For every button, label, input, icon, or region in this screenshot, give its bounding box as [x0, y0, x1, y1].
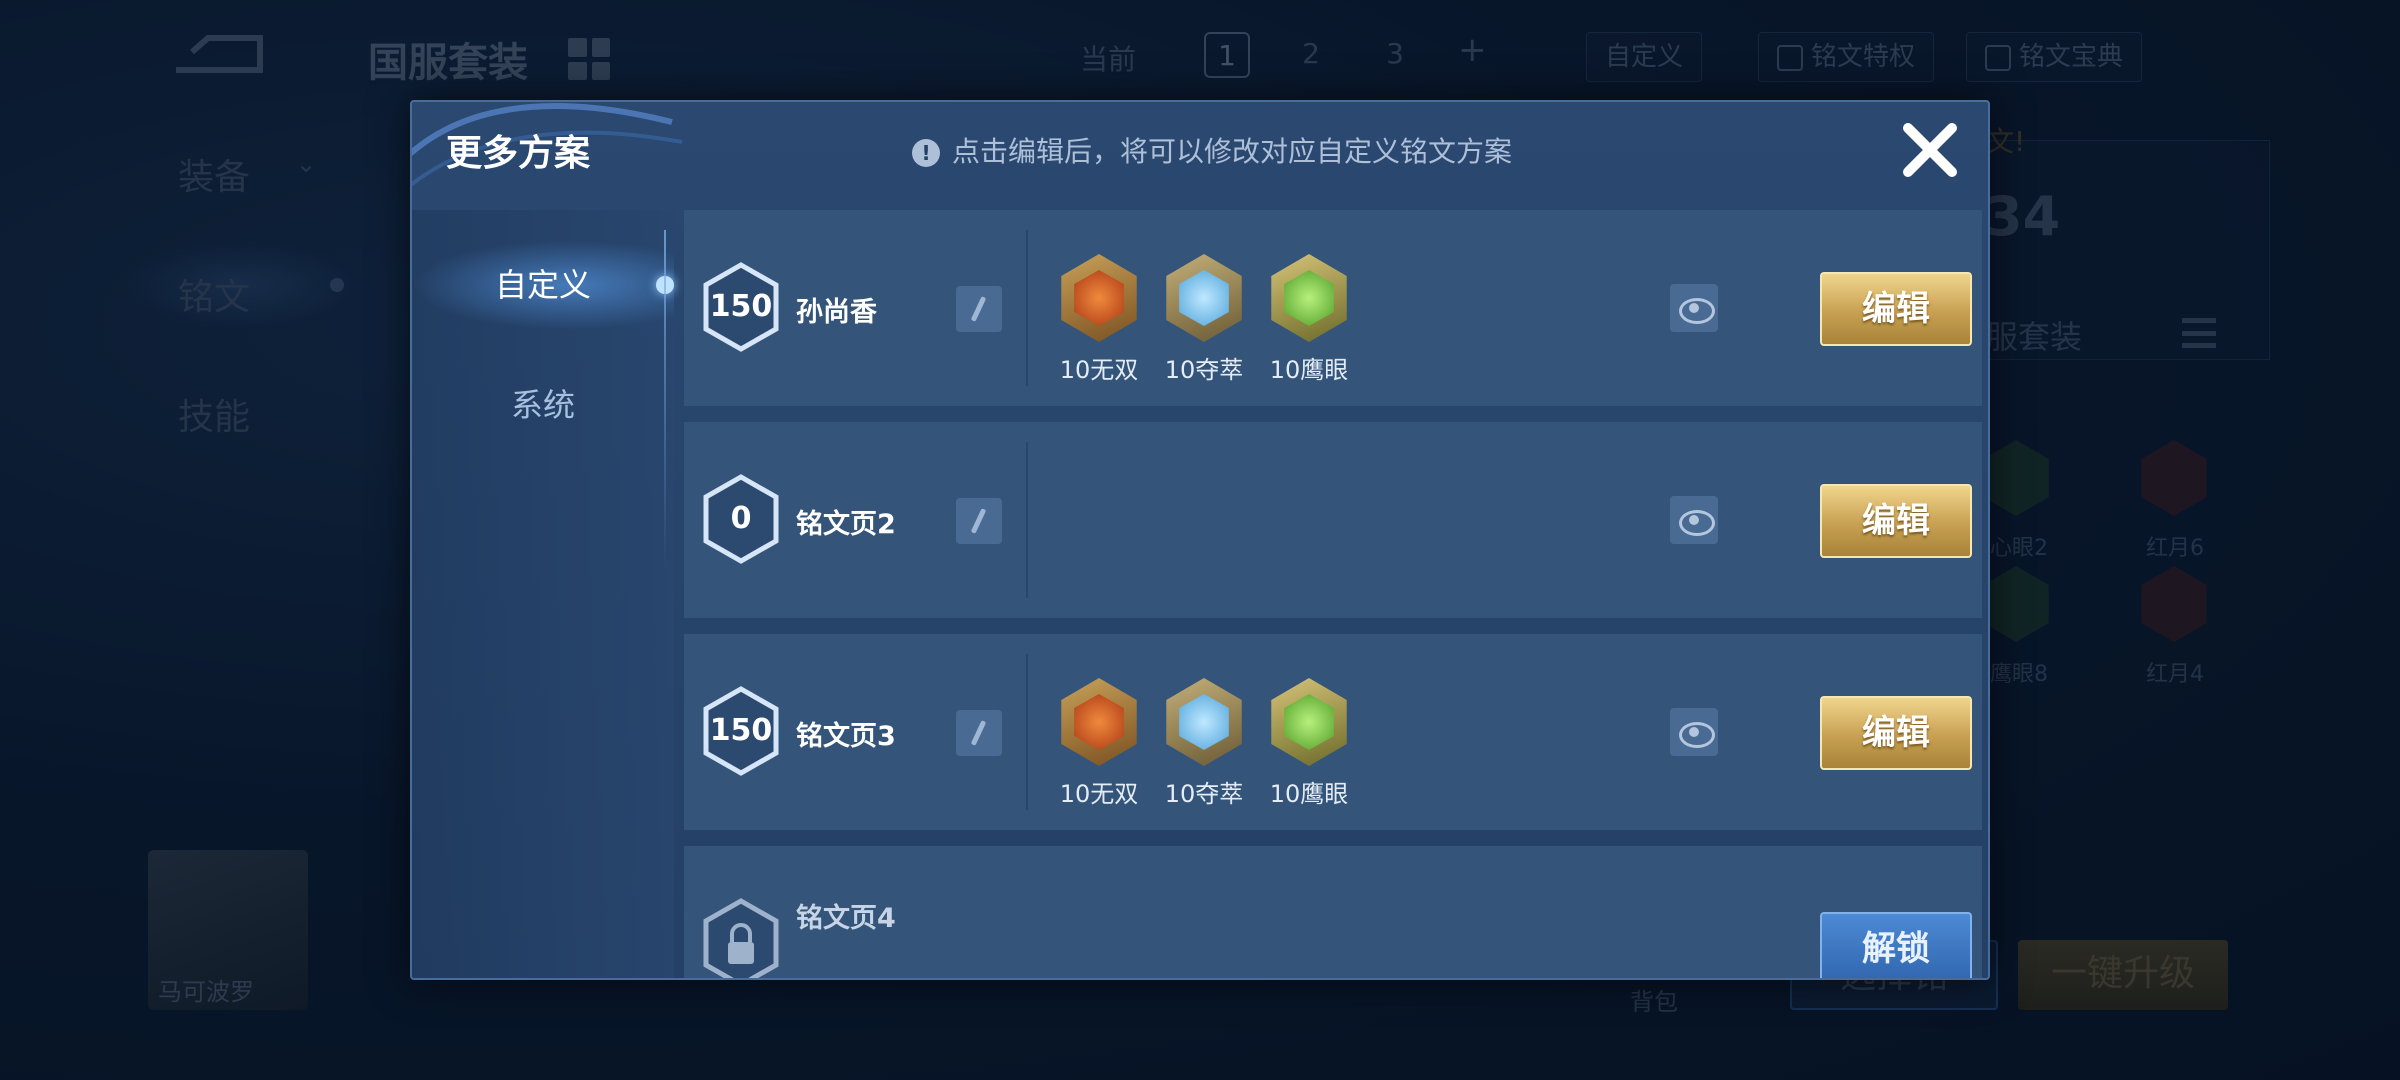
tab-custom[interactable]: 自定义: [412, 240, 674, 330]
current-label: 当前: [1080, 43, 1137, 76]
side-nav-skill[interactable]: 技能: [178, 388, 250, 440]
hint-text: 点击编辑后，将可以修改对应自定义铭文方案: [952, 135, 1513, 168]
row-divider: [1026, 654, 1028, 810]
bg-rune-label: 红月4: [2146, 662, 2204, 687]
rune-green[interactable]: [1268, 678, 1350, 766]
tab-system[interactable]: 系统: [412, 360, 674, 450]
level-badge: 150: [702, 262, 780, 352]
upgrade-button[interactable]: 一键升级: [2018, 940, 2228, 1010]
level-value: 150: [709, 289, 773, 324]
privilege-button[interactable]: 铭文特权: [1758, 32, 1935, 82]
bg-rune-label: 红月6: [2146, 536, 2204, 561]
rune-label: 10鹰眼: [1269, 780, 1349, 808]
preview-button[interactable]: [1670, 284, 1718, 332]
book-icon: [1777, 44, 1803, 71]
preview-button[interactable]: [1670, 708, 1718, 756]
plan-name: 铭文页3: [796, 721, 896, 752]
plan-name: 孙尚香: [796, 297, 877, 328]
bag-label: 背包: [1630, 988, 1678, 1016]
side-nav-indicator: [330, 278, 344, 292]
more-plans-modal: 更多方案 ! 点击编辑后，将可以修改对应自定义铭文方案 自定义 系统 150 孙尚…: [410, 100, 1990, 980]
banner-text: 文!: [1986, 125, 2026, 158]
level-badge: 150: [702, 686, 780, 776]
plan-row: 150 孙尚香 10无双 10夺萃 10鹰眼 编辑: [684, 210, 1982, 406]
lock-badge: [702, 898, 780, 978]
modal-header: 更多方案 ! 点击编辑后，将可以修改对应自定义铭文方案: [412, 102, 1988, 210]
page-tab-3[interactable]: 3: [1372, 32, 1418, 78]
level-value: 150: [709, 713, 773, 748]
rune-label: 10鹰眼: [1269, 356, 1349, 384]
suit-title: 国服套装: [368, 40, 528, 86]
menu-icon[interactable]: [2182, 318, 2216, 348]
back-arrow-icon: [176, 35, 263, 73]
plan-row-locked: 铭文页4 解锁: [684, 846, 1982, 978]
bg-rune-label: 鹰眼8: [1990, 662, 2048, 687]
row-divider: [1026, 230, 1028, 386]
top-bar: 国服套装 当前 1 2 3 + 自定义 铭文特权 铭文宝典: [0, 0, 2400, 115]
info-icon: !: [912, 139, 940, 167]
row-divider: [1026, 442, 1028, 598]
level-badge: 0: [702, 474, 780, 564]
edit-button[interactable]: 编辑: [1820, 696, 1972, 770]
unlock-button[interactable]: 解锁: [1820, 912, 1972, 978]
grid-icon[interactable]: [568, 38, 610, 80]
add-page-button[interactable]: +: [1458, 30, 1487, 70]
guide-icon: [1985, 44, 2011, 71]
rune-label: 10夺萃: [1164, 356, 1244, 384]
page-tab-1[interactable]: 1: [1204, 32, 1250, 78]
rune-label: 10夺萃: [1164, 780, 1244, 808]
close-button[interactable]: [1894, 114, 1966, 186]
modal-title: 更多方案: [446, 133, 591, 174]
plan-name: 铭文页2: [796, 509, 896, 540]
plan-list: 150 孙尚香 10无双 10夺萃 10鹰眼 编辑 0 铭文页2 编辑 150 …: [684, 210, 1982, 978]
hero-name: 马可波罗: [158, 978, 254, 1006]
rename-button[interactable]: [956, 498, 1002, 544]
privilege-label: 铭文特权: [1811, 42, 1916, 72]
rune-green[interactable]: [1268, 254, 1350, 342]
plan-row: 0 铭文页2 编辑: [684, 422, 1982, 618]
right-suit-text: 服套装: [1986, 318, 2083, 356]
bg-rune-label: 心眼2: [1990, 536, 2048, 561]
plan-row: 150 铭文页3 10无双 10夺萃 10鹰眼 编辑: [684, 634, 1982, 830]
guide-label: 铭文宝典: [2019, 42, 2124, 72]
custom-button[interactable]: 自定义: [1586, 32, 1703, 82]
plan-category-menu: 自定义 系统: [412, 210, 674, 978]
rename-button[interactable]: [956, 710, 1002, 756]
page-tab-2[interactable]: 2: [1288, 32, 1334, 78]
rune-level-total: 34: [1985, 185, 2061, 248]
rune-label: 10无双: [1059, 780, 1139, 808]
edit-button[interactable]: 编辑: [1820, 272, 1972, 346]
guide-button[interactable]: 铭文宝典: [1966, 32, 2143, 82]
modal-hint: ! 点击编辑后，将可以修改对应自定义铭文方案: [912, 130, 1512, 170]
menu-divider: [664, 230, 666, 570]
side-nav-rune[interactable]: 铭文: [178, 268, 250, 320]
plan-name: 铭文页4: [796, 903, 896, 934]
rune-red[interactable]: [1058, 678, 1140, 766]
chevron-down-icon: ⌄: [296, 150, 317, 178]
level-value: 0: [730, 501, 752, 536]
preview-button[interactable]: [1670, 496, 1718, 544]
side-nav-equipment[interactable]: 装备: [178, 148, 250, 200]
bg-rune-red[interactable]: [2141, 440, 2207, 516]
rename-button[interactable]: [956, 286, 1002, 332]
edit-button[interactable]: 编辑: [1820, 484, 1972, 558]
rune-blue[interactable]: [1163, 678, 1245, 766]
rune-blue[interactable]: [1163, 254, 1245, 342]
rune-label: 10无双: [1059, 356, 1139, 384]
lock-icon: [703, 898, 779, 978]
bg-rune-red[interactable]: [2141, 566, 2207, 642]
close-icon: [1903, 123, 1957, 177]
back-button[interactable]: [168, 30, 268, 80]
rune-red[interactable]: [1058, 254, 1140, 342]
